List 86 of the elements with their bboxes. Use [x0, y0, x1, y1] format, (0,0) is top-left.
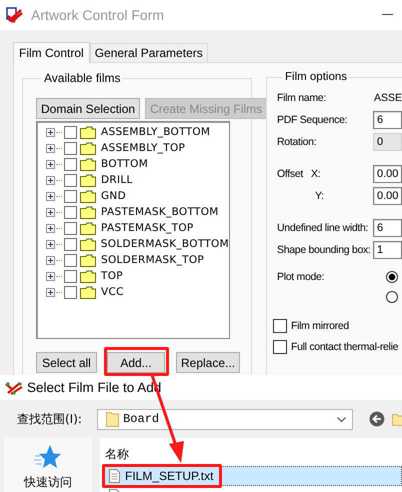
film-button[interactable]: Select all: [36, 352, 97, 373]
folder-icon: [80, 174, 96, 186]
window-title: Artwork Control Form: [31, 7, 164, 23]
folder-icon: [80, 222, 96, 234]
checkbox[interactable]: [64, 286, 77, 298]
field-label: Offset: [277, 168, 304, 180]
field-label: Y:: [315, 190, 324, 202]
expand-icon[interactable]: [46, 128, 55, 136]
column-header[interactable]: 名称: [105, 446, 402, 466]
checkbox[interactable]: [64, 174, 77, 186]
film-item[interactable]: PASTEMASK_TOP: [101, 222, 194, 234]
film-button[interactable]: Replace...: [176, 352, 240, 373]
expand-icon[interactable]: [46, 288, 55, 296]
film-item[interactable]: ASSEMBLY_TOP: [101, 142, 186, 154]
tab[interactable]: General Parameters: [90, 43, 208, 62]
expand-icon[interactable]: [46, 208, 55, 216]
checkbox[interactable]: [64, 222, 77, 234]
input-field[interactable]: 1: [373, 241, 402, 259]
film-item[interactable]: SOLDERMASK_BOTTOM: [100, 238, 229, 250]
field-label: 查找范围(I):: [17, 410, 83, 428]
film-item[interactable]: TOP: [101, 270, 123, 282]
folder-icon: [80, 158, 96, 170]
checkbox-label[interactable]: Full contact thermal-relie: [291, 340, 398, 352]
expand-icon[interactable]: [46, 176, 55, 184]
checkbox-label[interactable]: Film mirrored: [291, 320, 349, 332]
checkbox[interactable]: [64, 238, 77, 250]
film-item[interactable]: ASSEMBLY_BOTTOM: [101, 126, 210, 138]
input-field[interactable]: 6: [373, 111, 402, 129]
folder-icon: [80, 254, 96, 266]
folder-icon: [106, 411, 120, 427]
field-label: Shape bounding box:: [277, 244, 372, 256]
file-row[interactable]: FILM_SETUP.txt: [103, 466, 402, 486]
film-item[interactable]: VCC: [101, 286, 124, 298]
domain-button[interactable]: Domain Selection: [36, 98, 140, 119]
app-icon: [5, 380, 23, 394]
expand-icon[interactable]: [46, 160, 55, 168]
folder-icon: [80, 142, 96, 154]
checkbox[interactable]: [64, 206, 77, 218]
checkbox[interactable]: [64, 126, 77, 138]
app-icon: [6, 7, 23, 23]
film-item[interactable]: DRILL: [101, 174, 133, 186]
checkbox[interactable]: [273, 318, 287, 332]
minimize-icon[interactable]: [382, 14, 393, 16]
film-item[interactable]: BOTTOM: [101, 158, 148, 170]
folder-dropdown[interactable]: Board: [97, 408, 354, 430]
field-label: X:: [311, 168, 320, 180]
back-icon[interactable]: [369, 411, 386, 427]
radio-button[interactable]: [386, 271, 398, 283]
expand-icon[interactable]: [46, 256, 55, 264]
film-item[interactable]: GND: [101, 190, 126, 202]
input-field[interactable]: 6: [373, 219, 402, 237]
chevron-icon: [337, 416, 346, 422]
tab[interactable]: Film Control: [13, 42, 90, 63]
expand-icon[interactable]: [46, 144, 55, 152]
star-icon: [34, 444, 62, 470]
group-title: Available films: [43, 71, 122, 85]
input-field[interactable]: 0.00: [373, 165, 402, 183]
expand-icon[interactable]: [46, 224, 55, 232]
input-field[interactable]: 0.00: [373, 187, 402, 205]
folder-icon: [80, 286, 96, 298]
folder-icon: [80, 190, 96, 202]
checkbox[interactable]: [64, 142, 77, 154]
expand-icon[interactable]: [46, 272, 55, 280]
field-label: Rotation:: [277, 136, 318, 148]
folder-icon: [80, 270, 96, 282]
checkbox[interactable]: [273, 340, 287, 354]
checkbox[interactable]: [64, 158, 77, 170]
film-button[interactable]: Add...: [107, 352, 165, 373]
expand-icon[interactable]: [46, 240, 55, 248]
folder-icon: [80, 238, 96, 250]
folder-icon: [80, 126, 96, 138]
field-label: PDF Sequence:: [277, 114, 348, 126]
field-label: Plot mode:: [277, 271, 326, 285]
document-icon: [109, 469, 120, 483]
field-label: Film name:: [277, 92, 327, 104]
film-item[interactable]: SOLDERMASK_TOP: [101, 254, 204, 266]
checkbox[interactable]: [64, 270, 77, 282]
expand-icon[interactable]: [46, 192, 55, 200]
film-item[interactable]: PASTEMASK_BOTTOM: [101, 206, 219, 218]
field-value: ASSE: [374, 92, 402, 104]
radio-button[interactable]: [386, 291, 398, 303]
group-title: Film options: [284, 71, 348, 83]
field-label: Undefined line width:: [277, 222, 370, 234]
folder-icon: [80, 206, 96, 218]
checkbox[interactable]: [64, 190, 77, 202]
checkbox[interactable]: [64, 254, 77, 266]
